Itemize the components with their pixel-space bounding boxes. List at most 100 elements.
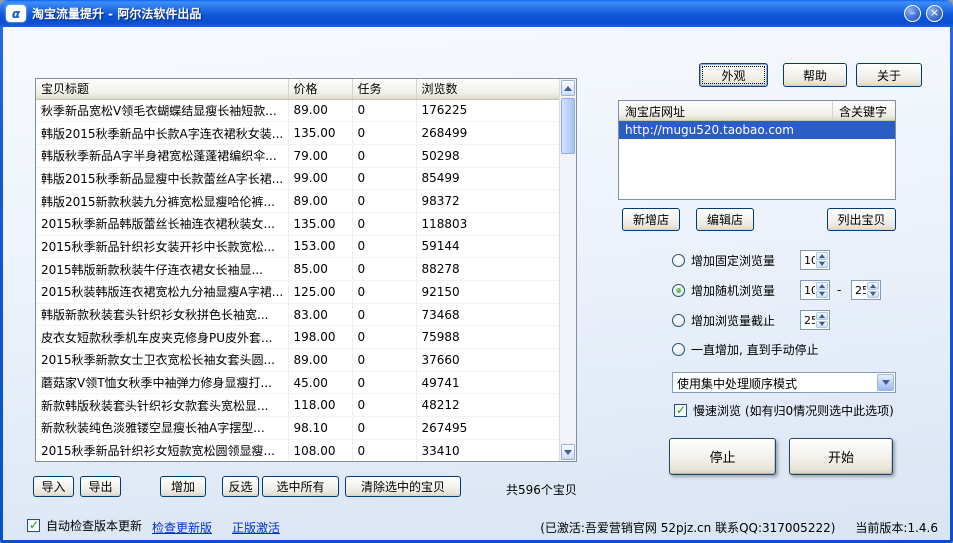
spin-up-icon bbox=[819, 253, 825, 258]
auto-update-option[interactable]: 自动检查版本更新 bbox=[27, 517, 142, 534]
table-row[interactable]: 韩版新款秋装套头针织衫女秋拼色长袖宽... 83.00 0 73468 bbox=[36, 303, 561, 327]
store-col-url[interactable]: 淘宝店网址 bbox=[619, 101, 833, 120]
minimize-button[interactable]: – bbox=[904, 5, 921, 22]
cell-views: 73468 bbox=[416, 303, 561, 327]
radio-fixed-views-label: 增加固定浏览量 bbox=[691, 254, 776, 268]
select-all-button[interactable]: 选中所有 bbox=[262, 476, 339, 497]
table-row[interactable]: 2015秋季新品针织衫女装开衫中长款宽松... 153.00 0 59144 bbox=[36, 235, 561, 259]
col-header-title[interactable]: 宝贝标题 bbox=[36, 79, 289, 100]
add-store-button[interactable]: 新增店 bbox=[622, 208, 680, 231]
clear-selected-button[interactable]: 清除选中的宝贝 bbox=[345, 476, 461, 497]
items-table-scrollbar[interactable] bbox=[559, 79, 576, 461]
scroll-up-button[interactable] bbox=[561, 80, 575, 96]
table-row[interactable]: 新款秋装纯色淡雅镂空显瘦长袖A字摆型... 98.10 0 267495 bbox=[36, 416, 561, 440]
export-button[interactable]: 导出 bbox=[80, 476, 121, 497]
activate-link[interactable]: 正版激活 bbox=[232, 519, 280, 536]
cell-views: 118803 bbox=[416, 212, 561, 236]
app-icon: α bbox=[6, 5, 26, 22]
spin-up-button[interactable] bbox=[816, 282, 828, 290]
radio-fixed-views[interactable]: 增加固定浏览量 bbox=[672, 252, 775, 269]
dropdown-button[interactable] bbox=[877, 374, 894, 391]
fixed-views-spinner[interactable]: 10 bbox=[800, 250, 830, 270]
store-list-header: 淘宝店网址 含关键字 bbox=[619, 101, 895, 121]
radio-random-views[interactable]: 增加随机浏览量 bbox=[672, 282, 775, 299]
table-row[interactable]: 韩版2015秋季新品中长款A字连衣裙秋女装... 135.00 0 268499 bbox=[36, 121, 561, 145]
random-views-max-value[interactable]: 25 bbox=[852, 281, 866, 299]
spin-up-button[interactable] bbox=[816, 252, 828, 260]
cell-task: 0 bbox=[352, 371, 417, 395]
table-row[interactable]: 2015秋季新款女士卫衣宽松长袖女套头圆... 89.00 0 37660 bbox=[36, 348, 561, 372]
table-row[interactable]: 皮衣女短款秋季机车皮夹克修身PU皮外套... 198.00 0 75988 bbox=[36, 325, 561, 350]
table-row[interactable]: 秋季新品宽松V领毛衣蝴蝶结显瘦长袖短款... 89.00 0 176225 bbox=[36, 99, 561, 123]
fixed-views-value[interactable]: 10 bbox=[801, 251, 815, 269]
cell-title: 2015秋季新品针织衫女装开衫中长款宽松... bbox=[36, 235, 289, 259]
start-button[interactable]: 开始 bbox=[789, 438, 893, 475]
checkbox-checked-icon[interactable] bbox=[674, 403, 687, 417]
table-row[interactable]: 韩版秋季新品A字半身裙宽松蓬蓬裙编织伞... 79.00 0 50298 bbox=[36, 144, 561, 168]
spin-up-button[interactable] bbox=[816, 312, 828, 320]
appearance-button[interactable]: 外观 bbox=[699, 63, 768, 87]
import-button[interactable]: 导入 bbox=[33, 476, 74, 497]
radio-random-views-label: 增加随机浏览量 bbox=[691, 284, 776, 298]
edit-store-button[interactable]: 编辑店 bbox=[696, 208, 754, 231]
col-header-views[interactable]: 浏览数 bbox=[416, 79, 561, 100]
items-table-body: 秋季新品宽松V领毛衣蝴蝶结显瘦长袖短款... 89.00 0 176225 韩版… bbox=[36, 99, 561, 461]
cell-price: 135.00 bbox=[288, 121, 353, 145]
cell-title: 2015韩版新款秋装牛仔连衣裙女长袖显... bbox=[36, 257, 289, 281]
radio-checked-icon[interactable] bbox=[672, 284, 685, 297]
stop-button[interactable]: 停止 bbox=[669, 438, 776, 475]
scrollbar-thumb[interactable] bbox=[561, 98, 575, 154]
spin-down-button[interactable] bbox=[816, 260, 828, 268]
random-views-max-spinner[interactable]: 25 bbox=[851, 280, 881, 300]
random-views-min-value[interactable]: 10 bbox=[801, 281, 815, 299]
help-button[interactable]: 帮助 bbox=[783, 63, 847, 87]
col-header-price[interactable]: 价格 bbox=[288, 79, 353, 100]
cell-views: 85499 bbox=[416, 167, 561, 191]
mode-select[interactable]: 使用集中处理顺序模式 bbox=[672, 372, 896, 393]
cell-price: 45.00 bbox=[288, 371, 353, 395]
random-views-min-spinner[interactable]: 10 bbox=[800, 280, 830, 300]
radio-icon[interactable] bbox=[672, 343, 685, 356]
radio-views-cap[interactable]: 增加浏览量截止 bbox=[672, 312, 775, 329]
cell-task: 0 bbox=[352, 212, 417, 236]
checkbox-checked-icon[interactable] bbox=[27, 518, 40, 532]
range-separator: - bbox=[837, 283, 842, 297]
store-col-keyword[interactable]: 含关键字 bbox=[833, 101, 895, 120]
store-row[interactable]: http://mugu520.taobao.com bbox=[619, 121, 895, 139]
table-row[interactable]: 2015韩版新款秋装牛仔连衣裙女长袖显... 85.00 0 88278 bbox=[36, 257, 561, 281]
cell-title: 新款秋装纯色淡雅镂空显瘦长袖A字摆型... bbox=[36, 416, 289, 440]
table-row[interactable]: 韩版2015秋季新品显瘦中长款蕾丝A字长裙... 99.00 0 85499 bbox=[36, 167, 561, 191]
table-row[interactable]: 蘑菇家V领T恤女秋季中袖弹力修身显瘦打... 45.00 0 49741 bbox=[36, 371, 561, 395]
col-header-task[interactable]: 任务 bbox=[352, 79, 417, 100]
table-row[interactable]: 2015秋装韩版连衣裙宽松九分袖显瘦A字裙... 125.00 0 92150 bbox=[36, 280, 561, 304]
radio-until-stop[interactable]: 一直增加, 直到手动停止 bbox=[672, 341, 819, 358]
table-row[interactable]: 2015秋季新品韩版蕾丝长袖连衣裙秋装女... 135.00 0 118803 bbox=[36, 212, 561, 236]
spin-up-button[interactable] bbox=[867, 282, 879, 290]
spin-down-button[interactable] bbox=[816, 290, 828, 298]
check-update-link[interactable]: 检查更新版 bbox=[152, 519, 212, 536]
total-items-count: 共596个宝贝 bbox=[506, 483, 577, 497]
spin-down-button[interactable] bbox=[867, 290, 879, 298]
add-button[interactable]: 增加 bbox=[160, 476, 206, 497]
radio-icon[interactable] bbox=[672, 254, 685, 267]
spin-down-button[interactable] bbox=[816, 320, 828, 328]
views-cap-spinner[interactable]: 25 bbox=[800, 310, 830, 330]
cell-views: 37660 bbox=[416, 348, 561, 372]
scroll-down-button[interactable] bbox=[561, 444, 575, 460]
table-row[interactable]: 新款韩版秋装套头针织衫女款套头宽松显... 118.00 0 48212 bbox=[36, 393, 561, 418]
views-cap-value[interactable]: 25 bbox=[801, 311, 815, 329]
list-items-button[interactable]: 列出宝贝 bbox=[827, 208, 896, 231]
table-row[interactable]: 2015秋季新品针织衫女短款宽松圆领显瘦... 108.00 0 33410 bbox=[36, 439, 561, 461]
cell-task: 0 bbox=[352, 189, 417, 213]
invert-selection-button[interactable]: 反选 bbox=[222, 476, 259, 497]
cell-price: 135.00 bbox=[288, 212, 353, 236]
radio-icon[interactable] bbox=[672, 314, 685, 327]
about-button[interactable]: 关于 bbox=[856, 63, 922, 87]
cell-title: 2015秋季新品针织衫女短款宽松圆领显瘦... bbox=[36, 439, 289, 461]
cell-views: 50298 bbox=[416, 144, 561, 168]
store-url: http://mugu520.taobao.com bbox=[625, 123, 794, 137]
slow-browse-option[interactable]: 慢速浏览 (如有归0情况则选中此选项) bbox=[674, 402, 894, 419]
close-button[interactable]: × bbox=[926, 5, 943, 22]
cell-task: 0 bbox=[352, 121, 417, 145]
table-row[interactable]: 韩版2015新款秋装九分裤宽松显瘦哈伦裤... 89.00 0 98372 bbox=[36, 189, 561, 213]
